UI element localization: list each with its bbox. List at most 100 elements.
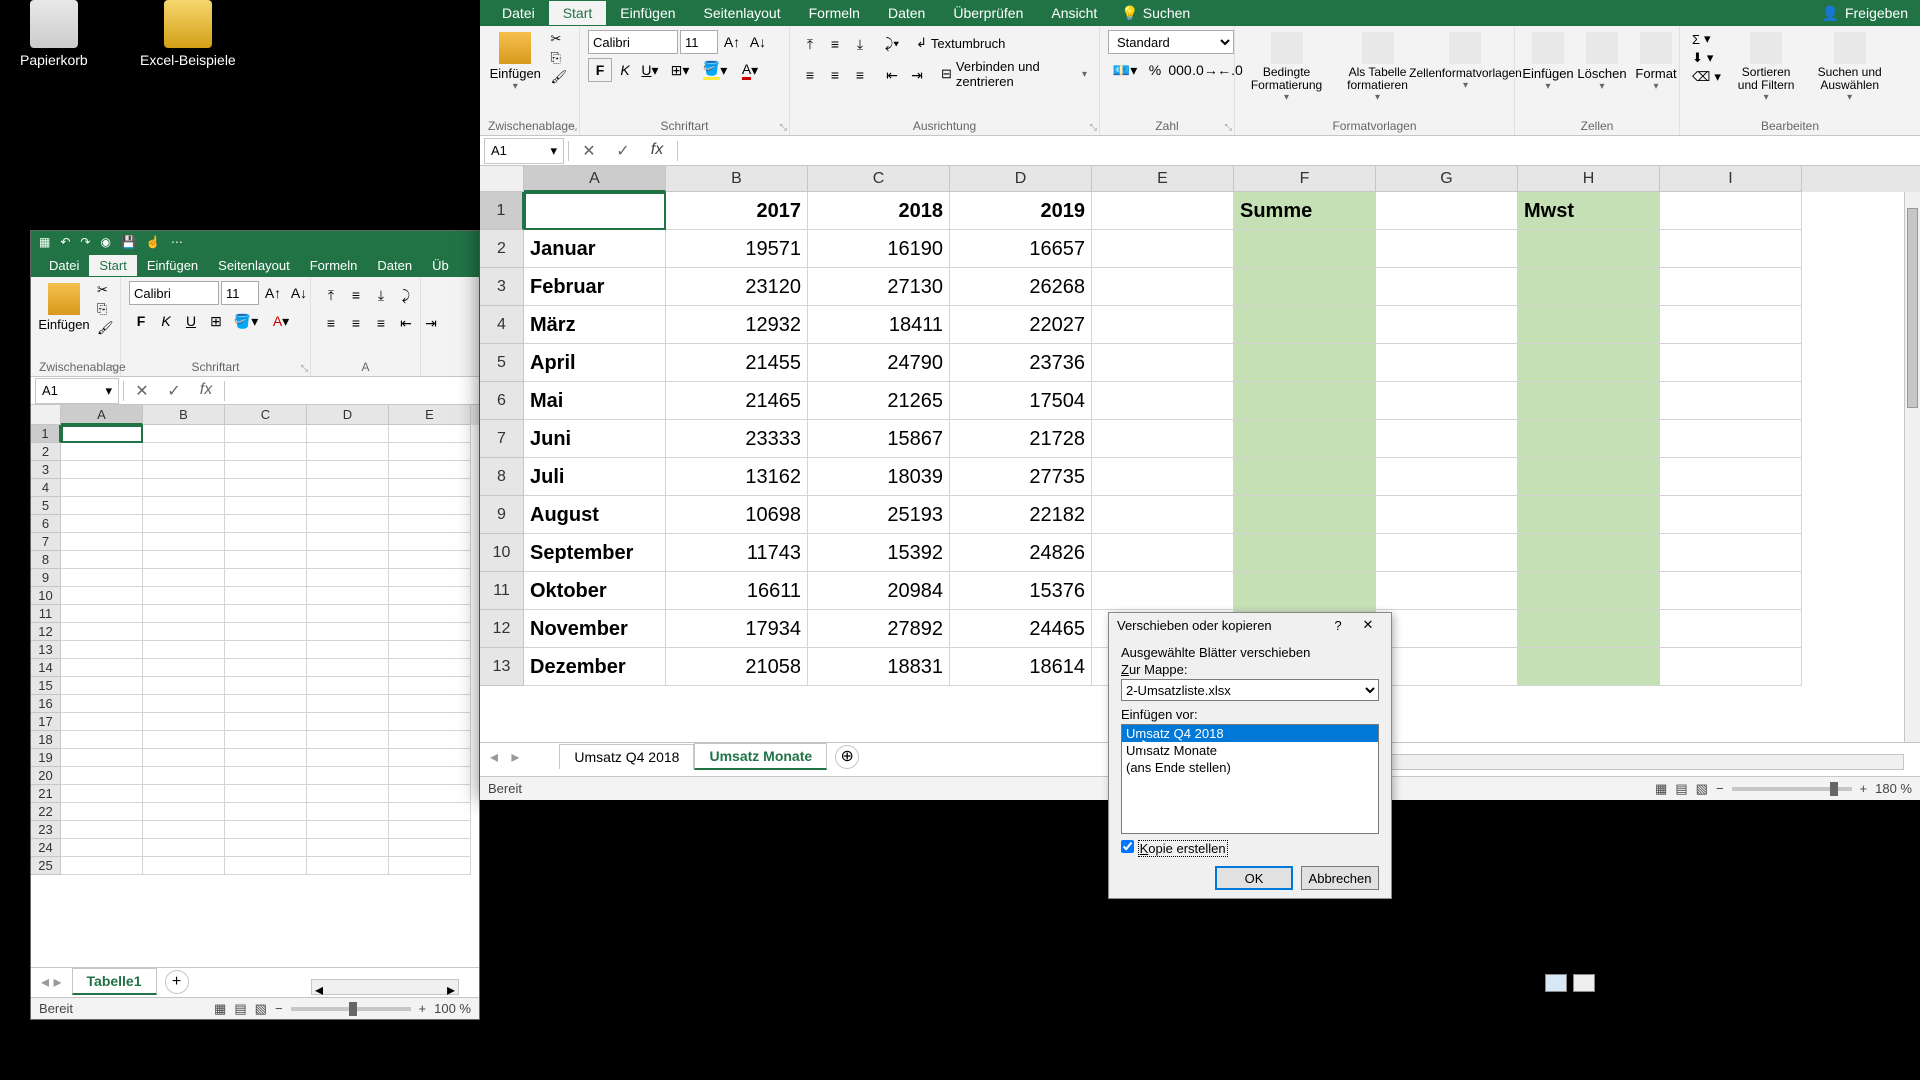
cell[interactable] [1234, 458, 1376, 496]
cell[interactable] [143, 749, 225, 767]
copy-checkbox-row[interactable]: Kopie erstellen [1121, 840, 1379, 856]
cell[interactable]: 15867 [808, 420, 950, 458]
cell[interactable] [1518, 648, 1660, 686]
row-header[interactable]: 7 [31, 533, 61, 551]
cell[interactable]: 20984 [808, 572, 950, 610]
dialog-launcher-icon[interactable]: ⤡ [301, 363, 308, 374]
cell[interactable] [1660, 420, 1802, 458]
cell[interactable] [307, 857, 389, 875]
cell[interactable] [1092, 534, 1234, 572]
cell[interactable] [225, 641, 307, 659]
cell[interactable] [1092, 268, 1234, 306]
cancel-icon[interactable]: ✕ [577, 141, 601, 161]
select-all-button[interactable] [31, 405, 61, 425]
cell[interactable] [143, 767, 225, 785]
cell[interactable]: 27130 [808, 268, 950, 306]
tab-daten[interactable]: Daten [874, 1, 939, 25]
cancel-button[interactable]: Abbrechen [1301, 866, 1379, 890]
cell[interactable] [1234, 496, 1376, 534]
cell[interactable] [1234, 268, 1376, 306]
cell[interactable]: 23333 [666, 420, 808, 458]
cell[interactable]: 2018 [808, 192, 950, 230]
camera-icon[interactable]: ◉ [100, 235, 110, 249]
column-header[interactable]: B [143, 405, 225, 425]
cell[interactable] [143, 443, 225, 461]
font-size-select[interactable] [221, 281, 259, 305]
cell[interactable] [1234, 230, 1376, 268]
cell[interactable] [1376, 534, 1518, 572]
more-icon[interactable]: ⋯ [171, 235, 183, 249]
cell[interactable] [143, 623, 225, 641]
column-header[interactable]: E [389, 405, 471, 425]
help-button[interactable]: ? [1323, 618, 1353, 633]
cell[interactable]: September [524, 534, 666, 572]
dialog-launcher-icon[interactable]: ⤡ [780, 122, 787, 133]
cell[interactable] [307, 515, 389, 533]
cell[interactable] [389, 803, 471, 821]
cell[interactable]: 18039 [808, 458, 950, 496]
cell[interactable] [389, 551, 471, 569]
cell[interactable] [143, 551, 225, 569]
cell[interactable] [389, 497, 471, 515]
desktop-recycle-bin[interactable]: Papierkorb [20, 0, 88, 68]
cell[interactable] [1234, 572, 1376, 610]
cell[interactable]: April [524, 344, 666, 382]
cell[interactable] [1092, 230, 1234, 268]
cell[interactable]: 11743 [666, 534, 808, 572]
cell[interactable] [61, 425, 143, 443]
currency-button[interactable]: 💶▾ [1108, 58, 1142, 82]
cell[interactable] [389, 767, 471, 785]
undo-icon[interactable]: ↶ [60, 235, 70, 249]
cell[interactable] [389, 533, 471, 551]
indent-increase-icon[interactable]: ⇥ [905, 63, 929, 87]
row-header[interactable]: 3 [480, 268, 524, 306]
zoom-slider[interactable] [1732, 787, 1852, 791]
sheet-tab-active[interactable]: Umsatz Monate [694, 743, 827, 770]
row-header[interactable]: 14 [31, 659, 61, 677]
v-scrollbar[interactable] [1904, 192, 1920, 744]
row-header[interactable]: 20 [31, 767, 61, 785]
close-button[interactable]: ✕ [1353, 617, 1383, 633]
cancel-icon[interactable]: ✕ [130, 381, 154, 401]
zoom-label[interactable]: 180 % [1875, 781, 1912, 796]
row-header[interactable]: 13 [31, 641, 61, 659]
cell[interactable] [307, 677, 389, 695]
cell[interactable] [61, 497, 143, 515]
cell[interactable] [1234, 306, 1376, 344]
cell[interactable] [1660, 458, 1802, 496]
cell[interactable] [389, 713, 471, 731]
tab-ansicht[interactable]: Ansicht [1037, 1, 1111, 25]
cell[interactable] [1660, 648, 1802, 686]
cell[interactable] [1660, 230, 1802, 268]
row-header[interactable]: 2 [31, 443, 61, 461]
cell[interactable] [307, 695, 389, 713]
grid[interactable]: ABCDE 1234567891011121314151617181920212… [31, 405, 479, 965]
row-header[interactable]: 10 [31, 587, 61, 605]
before-sheet-listbox[interactable]: Umsatz Q4 2018 Umsatz Monate (ans Ende s… [1121, 724, 1379, 834]
fx-icon[interactable]: fx [194, 381, 218, 401]
cell[interactable] [1660, 306, 1802, 344]
cell[interactable] [389, 641, 471, 659]
row-header[interactable]: 5 [31, 497, 61, 515]
column-header[interactable]: I [1660, 166, 1802, 192]
format-painter-button[interactable]: 🖌 [546, 68, 571, 86]
chevron-down-icon[interactable]: ▾ [105, 383, 112, 399]
cell[interactable] [389, 605, 471, 623]
cell[interactable] [307, 839, 389, 857]
cell[interactable] [1518, 572, 1660, 610]
delete-cells-button[interactable]: Löschen [1577, 30, 1627, 94]
cell[interactable] [307, 443, 389, 461]
cell[interactable]: 24465 [950, 610, 1092, 648]
redo-icon[interactable]: ↷ [80, 235, 90, 249]
align-right-icon[interactable]: ≡ [369, 311, 393, 335]
decrease-font-icon[interactable]: A↓ [287, 281, 311, 305]
sheet-tab[interactable]: Umsatz Q4 2018 [559, 744, 694, 769]
number-format-select[interactable]: Standard [1108, 30, 1234, 54]
cell[interactable] [225, 785, 307, 803]
cell[interactable]: 22027 [950, 306, 1092, 344]
zoom-out-icon[interactable]: − [275, 1001, 283, 1016]
column-header[interactable]: H [1518, 166, 1660, 192]
thousands-button[interactable]: 000 [1168, 58, 1192, 82]
row-header[interactable]: 13 [480, 648, 524, 686]
cell[interactable] [1376, 306, 1518, 344]
